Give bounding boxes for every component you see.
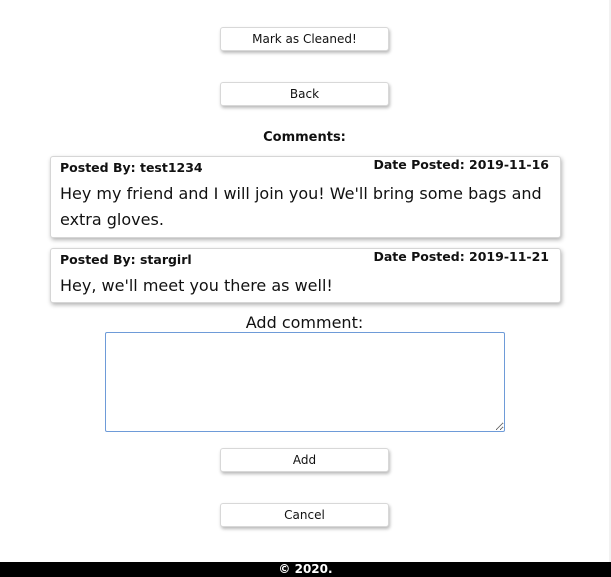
comment-date: Date Posted: 2019-11-21: [373, 249, 549, 264]
page: Mark as Cleaned! Back Comments: Posted B…: [0, 0, 611, 577]
comments-heading: Comments:: [263, 130, 346, 145]
add-comment-button[interactable]: Add: [220, 448, 389, 472]
comment-date: Date Posted: 2019-11-16: [373, 157, 549, 172]
comment-author: Posted By: test1234: [60, 160, 203, 175]
add-comment-label: Add comment:: [245, 313, 364, 332]
comment-author: Posted By: stargirl: [60, 252, 192, 267]
copyright-text: © 2020.: [278, 562, 333, 576]
footer: © 2020.: [0, 562, 611, 577]
comment-card: Posted By: stargirl Date Posted: 2019-11…: [50, 248, 561, 303]
comment-text: Hey, we'll meet you there as well!: [60, 276, 333, 295]
comment-card: Posted By: test1234 Date Posted: 2019-11…: [50, 156, 561, 238]
mark-as-cleaned-button[interactable]: Mark as Cleaned!: [220, 27, 389, 51]
cancel-button[interactable]: Cancel: [220, 503, 389, 527]
comment-input[interactable]: [105, 332, 505, 432]
comment-text: Hey my friend and I will join you! We'll…: [60, 184, 542, 229]
back-button[interactable]: Back: [220, 82, 389, 106]
